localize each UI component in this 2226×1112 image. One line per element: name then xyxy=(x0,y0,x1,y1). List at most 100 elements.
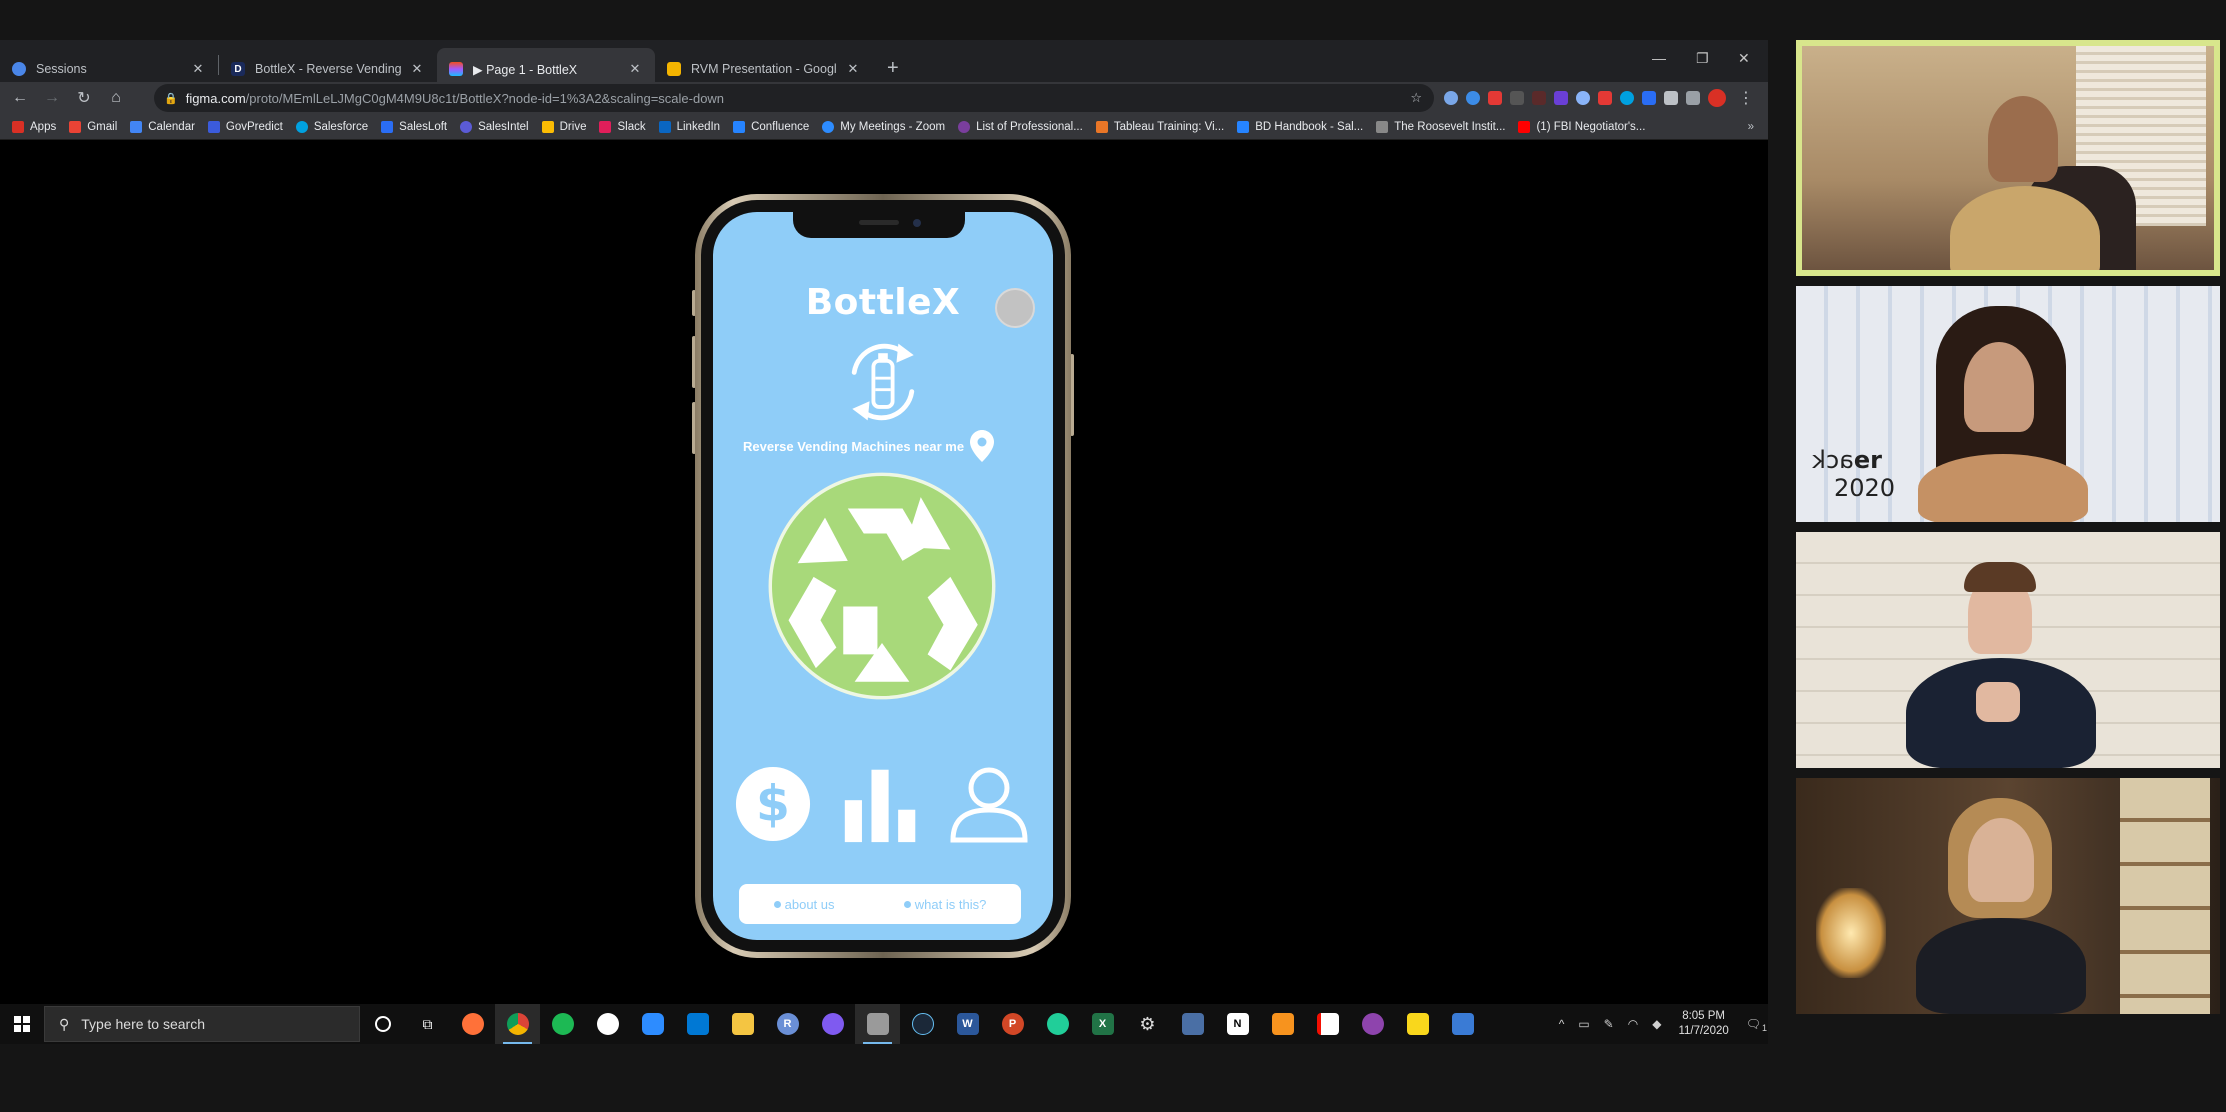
bookmark-apps[interactable]: Apps xyxy=(12,120,56,133)
taskbar-app-calculator[interactable] xyxy=(1170,1004,1215,1044)
taskbar-app-r[interactable]: R xyxy=(765,1004,810,1044)
more-bookmarks-icon[interactable]: » xyxy=(1748,121,1754,133)
restore-icon[interactable]: ❐ xyxy=(1696,50,1709,67)
forward-icon[interactable]: → xyxy=(40,86,64,110)
bookmark-slack[interactable]: Slack xyxy=(599,120,646,133)
bookmark-drive[interactable]: Drive xyxy=(541,120,586,133)
profile-button[interactable] xyxy=(995,288,1035,328)
rewards-tile[interactable]: $ xyxy=(733,762,813,846)
taskbar-app-acrobat[interactable] xyxy=(1305,1004,1350,1044)
extension-icon[interactable] xyxy=(1620,91,1634,105)
map-pin-icon[interactable] xyxy=(970,430,995,462)
dropbox-icon[interactable]: ◆ xyxy=(1652,1017,1661,1031)
taskbar-app-purple[interactable] xyxy=(1350,1004,1395,1044)
taskbar-app-excel[interactable]: X xyxy=(1080,1004,1125,1044)
cortana-button[interactable] xyxy=(360,1004,405,1044)
taskbar-app-orange[interactable] xyxy=(1260,1004,1305,1044)
close-tab-icon[interactable]: ✕ xyxy=(409,61,425,77)
bookmark-gmail[interactable]: Gmail xyxy=(69,120,117,133)
close-tab-icon[interactable]: ✕ xyxy=(845,61,861,77)
taskbar-app-zoom[interactable] xyxy=(630,1004,675,1044)
taskbar-app-sticky-notes[interactable] xyxy=(1395,1004,1440,1044)
video-tile-participant-1[interactable] xyxy=(1796,40,2220,276)
home-icon[interactable]: ⌂ xyxy=(104,86,128,110)
taskbar-app-settings[interactable]: ⚙ xyxy=(1125,1004,1170,1044)
taskbar-search-input[interactable]: ⚲ Type here to search xyxy=(44,1006,360,1042)
taskbar-app-chrome[interactable] xyxy=(495,1004,540,1044)
bookmark-professional-list[interactable]: List of Professional... xyxy=(958,120,1083,133)
bookmark-confluence[interactable]: Confluence xyxy=(733,120,809,133)
participant-3-hands xyxy=(1976,682,2020,722)
bookmark-star-icon[interactable]: ☆ xyxy=(1410,90,1422,106)
puzzle-icon[interactable] xyxy=(1664,91,1678,105)
extension-icon[interactable] xyxy=(1444,91,1458,105)
wifi-icon[interactable]: ◠ xyxy=(1628,1017,1638,1031)
close-window-icon[interactable]: ✕ xyxy=(1738,50,1750,67)
chevron-up-icon[interactable]: ^ xyxy=(1559,1017,1565,1031)
back-icon[interactable]: ← xyxy=(8,86,32,110)
recycle-button[interactable] xyxy=(768,472,996,700)
extension-icon[interactable] xyxy=(1532,91,1546,105)
bookmark-zoom[interactable]: My Meetings - Zoom xyxy=(822,120,945,133)
minimize-icon[interactable]: — xyxy=(1652,50,1666,66)
pen-icon[interactable]: ✎ xyxy=(1604,1017,1614,1031)
nearby-machines-link[interactable]: Reverse Vending Machines near me xyxy=(743,430,1043,462)
url-field[interactable]: 🔒 figma.com/proto/MEmlLeLJMgC0gM4M9U8c1t… xyxy=(154,84,1434,112)
phone-bezel: BottleX Reverse Vending Machines near me… xyxy=(701,200,1065,952)
close-tab-icon[interactable]: ✕ xyxy=(190,61,206,77)
apps-grid-icon xyxy=(12,120,24,133)
taskbar-app-firefox[interactable] xyxy=(450,1004,495,1044)
notifications-icon[interactable]: 🗨 1 xyxy=(1746,1017,1767,1033)
playlist-icon[interactable] xyxy=(1686,91,1700,105)
extension-icon[interactable] xyxy=(1576,91,1590,105)
windows-start-button[interactable] xyxy=(0,1004,44,1044)
taskbar-app-powerpoint[interactable]: P xyxy=(990,1004,1035,1044)
extension-icon[interactable] xyxy=(1642,91,1656,105)
bookmark-calendar[interactable]: Calendar xyxy=(130,120,195,133)
extension-icon[interactable] xyxy=(1598,91,1612,105)
bookmark-govpredict[interactable]: GovPredict xyxy=(207,120,283,133)
video-tile-participant-4[interactable] xyxy=(1796,778,2220,1014)
reload-icon[interactable]: ↻ xyxy=(72,86,96,110)
bookmark-bd-handbook[interactable]: BD Handbook - Sal... xyxy=(1237,120,1363,133)
stats-tile[interactable] xyxy=(841,762,921,846)
video-tile-participant-3[interactable] xyxy=(1796,532,2220,768)
extension-icon[interactable] xyxy=(1554,91,1568,105)
bookmark-salesloft[interactable]: SalesLoft xyxy=(381,120,447,133)
chrome-icon xyxy=(506,1013,529,1035)
profile-tile[interactable] xyxy=(949,762,1029,846)
taskbar-app-notion[interactable]: N xyxy=(1215,1004,1260,1044)
extension-icon[interactable] xyxy=(1466,91,1480,105)
bookmark-linkedin[interactable]: LinkedIn xyxy=(658,120,720,133)
about-us-link[interactable]: about us xyxy=(773,897,835,912)
extension-icon[interactable] xyxy=(1488,91,1502,105)
menu-icon[interactable]: ⋮ xyxy=(1734,86,1758,110)
taskbar-app-steam[interactable] xyxy=(900,1004,945,1044)
taskbar-app-word[interactable]: W xyxy=(945,1004,990,1044)
close-tab-icon[interactable]: ✕ xyxy=(627,61,643,77)
taskbar-app-messenger[interactable] xyxy=(810,1004,855,1044)
taskbar-app-photos[interactable] xyxy=(1440,1004,1485,1044)
salesloft-icon xyxy=(381,120,394,133)
bookmark-salesintel[interactable]: SalesIntel xyxy=(460,120,529,133)
profile-avatar-icon[interactable] xyxy=(1708,89,1726,107)
taskbar-app-slack[interactable] xyxy=(585,1004,630,1044)
document-icon: D xyxy=(231,62,245,76)
participant-4-body xyxy=(1916,918,2086,1014)
taskbar-app-vscode[interactable] xyxy=(675,1004,720,1044)
battery-icon[interactable]: ▭ xyxy=(1578,1017,1589,1031)
taskbar-clock[interactable]: 8:05 PM 11/7/2020 xyxy=(1678,1009,1728,1039)
bookmark-roosevelt[interactable]: The Roosevelt Instit... xyxy=(1376,120,1505,133)
what-is-this-link[interactable]: what is this? xyxy=(903,897,986,912)
bookmark-tableau[interactable]: Tableau Training: Vi... xyxy=(1095,120,1224,133)
video-tile-participant-2[interactable]: acker 2020 xyxy=(1796,286,2220,522)
bookmark-salesforce[interactable]: Salesforce xyxy=(295,120,368,133)
extension-icon[interactable] xyxy=(1510,91,1524,105)
taskbar-app-stack[interactable] xyxy=(855,1004,900,1044)
taskbar-app-spotify[interactable] xyxy=(540,1004,585,1044)
participant-3-hair xyxy=(1964,562,2036,592)
taskbar-app-file-explorer[interactable] xyxy=(720,1004,765,1044)
task-view-button[interactable]: ⧉ xyxy=(405,1004,450,1044)
bookmark-fbi-negotiator[interactable]: (1) FBI Negotiator's... xyxy=(1518,120,1645,133)
taskbar-app-robinhood[interactable] xyxy=(1035,1004,1080,1044)
